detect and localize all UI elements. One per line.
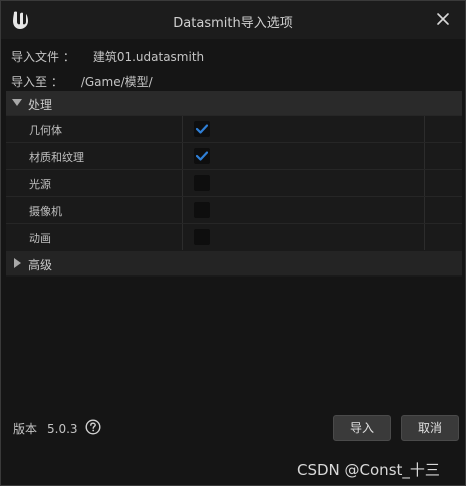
property-row-cameras: 摄像机 [6, 196, 462, 223]
section-label-advanced: 高级 [28, 258, 53, 272]
property-row-lights: 光源 [6, 169, 462, 196]
import-file-value: 建筑01.udatasmith [92, 50, 205, 64]
triangle-right-icon [14, 258, 21, 268]
version-info: 版本 5.0.3 [13, 420, 78, 437]
property-row-materials-textures: 材质和纹理 [6, 142, 462, 169]
geometry-checkbox[interactable] [194, 121, 210, 137]
options-panel: 处理 几何体 材质和纹理 光源 摄像机 动画 高级 [6, 91, 462, 277]
import-to-label: 导入至 ： [11, 75, 63, 89]
import-button[interactable]: 导入 [333, 415, 391, 441]
help-icon[interactable] [85, 419, 101, 435]
property-label-materials-textures: 材质和纹理 [29, 151, 84, 164]
section-header-processing[interactable]: 处理 [6, 91, 462, 115]
property-label-geometry: 几何体 [29, 124, 62, 137]
property-row-animation: 动画 [6, 223, 462, 250]
cameras-checkbox[interactable] [194, 202, 210, 218]
property-label-lights: 光源 [29, 178, 51, 191]
datasmith-import-dialog: Datasmith导入选项 导入文件 ： 建筑01.udatasmith 导入至 … [0, 0, 466, 486]
materials-textures-checkbox[interactable] [194, 148, 210, 164]
property-label-cameras: 摄像机 [29, 205, 62, 218]
close-icon[interactable] [435, 11, 451, 27]
import-file-row: 导入文件 ： 建筑01.udatasmith [11, 48, 204, 65]
import-to-row: 导入至 ： /Game/模型/ [11, 73, 153, 90]
checkmark-icon [196, 151, 208, 161]
version-value: 5.0.3 [47, 422, 78, 436]
property-label-animation: 动画 [29, 232, 51, 245]
version-label: 版本 [13, 422, 38, 436]
watermark-text: CSDN @Const_十三 [297, 461, 440, 479]
cancel-button[interactable]: 取消 [401, 415, 459, 441]
lights-checkbox[interactable] [194, 175, 210, 191]
triangle-down-icon [12, 99, 22, 106]
import-file-label: 导入文件 ： [11, 50, 75, 64]
checkmark-icon [196, 124, 208, 134]
title-bar: Datasmith导入选项 [1, 1, 465, 39]
property-row-geometry: 几何体 [6, 115, 462, 142]
section-label-processing: 处理 [28, 98, 53, 112]
section-header-advanced[interactable]: 高级 [6, 251, 462, 275]
window-title: Datasmith导入选项 [173, 16, 293, 31]
import-to-value: /Game/模型/ [80, 75, 153, 89]
animation-checkbox[interactable] [194, 229, 210, 245]
